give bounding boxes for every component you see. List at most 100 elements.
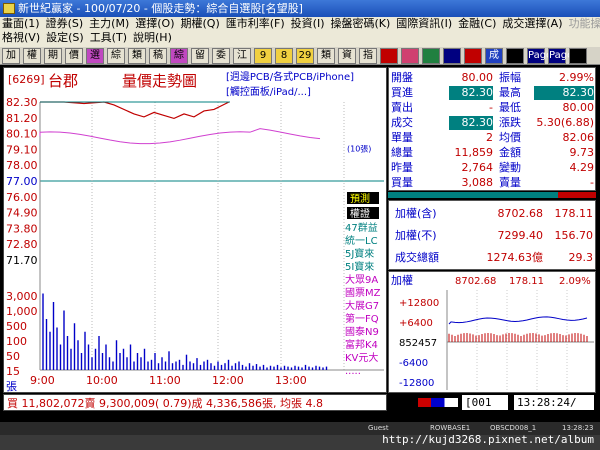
toolbar-button[interactable] (380, 48, 398, 64)
volume-tick: 1,000 (6, 305, 38, 318)
quote-cell: - (489, 101, 493, 114)
quote-cell: 賣出 (391, 101, 413, 114)
volume-tick: 100 (6, 335, 27, 348)
menu-row-1: 畫面(1) 證券(S) 主力(M) 選擇(O) 期權(Q) 匯市利率(F) 投資(I) 操盤密… (2, 17, 600, 31)
menu-item[interactable]: 格視(V) (2, 31, 40, 44)
mini-label: 加權 (391, 274, 413, 287)
menu-item[interactable]: 金融(C) (458, 17, 496, 30)
toolbar-button[interactable]: 加 (2, 48, 20, 64)
menu-item[interactable]: 畫面(1) (2, 17, 40, 30)
index-row-2: 加權(不) 7299.40 156.70 (395, 229, 593, 242)
volume-tick: 500 (6, 320, 27, 333)
toolbar-button[interactable] (401, 48, 419, 64)
menu-item[interactable]: 主力(M) (89, 17, 129, 30)
chart-canvas: [6269] 台郡 量價走勢圖 [週邊PCB/各式PCB/iPhone] [觸控面板/i… (6, 70, 384, 393)
quote-row: 賣出 - 最低 80.00 (389, 101, 597, 115)
stock-tag: [觸控面板/iPad/...] (226, 85, 311, 98)
toolbar-button[interactable]: 留 (191, 48, 209, 64)
stock-code-field[interactable]: [001 (462, 395, 508, 410)
quote-row: 單量 2 均價 82.06 (389, 131, 597, 145)
toolbar-button[interactable] (443, 48, 461, 64)
menu-item[interactable]: 選擇(O) (135, 17, 174, 30)
index-row-1: 加權(含) 8702.68 178.11 (395, 207, 593, 220)
toolbar-button[interactable] (506, 48, 524, 64)
menu-item[interactable]: 說明(H) (133, 31, 172, 44)
quote-cell: 昨量 (391, 161, 413, 174)
price-tick: 81.20 (6, 112, 38, 125)
toolbar-button[interactable]: 類 (317, 48, 335, 64)
quote-cell: 總量 (391, 146, 413, 159)
toolbar-button[interactable]: 綜 (170, 48, 188, 64)
quote-cell: 最高 (499, 86, 521, 99)
price-tick: 72.80 (6, 238, 38, 251)
toolbar-button[interactable]: 期 (44, 48, 62, 64)
toolbar-button[interactable]: 選 (86, 48, 104, 64)
quote-cell: 2.99% (559, 71, 594, 84)
watermark: http://kujd3268.pixnet.net/album (382, 433, 594, 446)
mini-tick: 852457 (399, 338, 437, 349)
menu-item[interactable]: 期權(Q) (181, 17, 220, 30)
toolbar-button[interactable] (422, 48, 440, 64)
menu-item[interactable]: 投資(I) (291, 17, 325, 30)
toolbar-button[interactable] (464, 48, 482, 64)
quote-cell: 82.06 (562, 131, 595, 144)
broker-label: 5I寶來 (345, 260, 374, 273)
menu-item[interactable]: 功能操作(F) (569, 17, 600, 30)
toolbar-button[interactable]: 9 (254, 48, 272, 64)
mini-value: 8702.68 (455, 276, 496, 287)
price-tick: 82.30 (6, 96, 38, 109)
toolbar-button[interactable]: 權 (23, 48, 41, 64)
broker-label: 5J寶來 (345, 247, 374, 260)
broker-label: 大展G7 (345, 299, 379, 312)
mini-index-line (448, 316, 588, 325)
toolbar-button[interactable] (569, 48, 587, 64)
volume-tick: 50 (6, 350, 20, 363)
quote-cell: 5.30(6.88) (536, 116, 594, 129)
menu-item[interactable]: 設定(S) (46, 31, 84, 44)
toolbar-button[interactable]: 指 (359, 48, 377, 64)
toolbar-button[interactable]: 8 (275, 48, 293, 64)
toolbar-button[interactable]: Page (548, 48, 573, 64)
menu-bar: 畫面(1) 證券(S) 主力(M) 選擇(O) 期權(Q) 匯市利率(F) 投資(I) 操盤密… (0, 17, 600, 47)
broker-label: 國票MZ (345, 287, 381, 299)
mini-diff: 178.11 (509, 276, 544, 287)
menu-item[interactable]: 證券(S) (46, 17, 84, 30)
menu-item[interactable]: 操盤密碼(K) (331, 17, 391, 30)
volume-tick: 3,000 (6, 290, 38, 303)
time-tick: 9:00 (30, 374, 55, 387)
toolbar-button[interactable]: 資 (338, 48, 356, 64)
volume-tick: 15 (6, 365, 20, 378)
quote-cell: 變動 (499, 161, 521, 174)
quote-cell: 漲跌 (499, 116, 521, 129)
toolbar-button[interactable]: 價 (65, 48, 83, 64)
toolbar-button[interactable]: 綜 (107, 48, 125, 64)
quote-cell: 3,088 (461, 176, 494, 189)
toolbar-button[interactable]: 江 (233, 48, 251, 64)
toolbar-button[interactable]: 29 (296, 48, 314, 64)
menu-item[interactable]: 匯市利率(F) (226, 17, 285, 30)
toolbar-button[interactable]: 委 (212, 48, 230, 64)
quote-row: 開盤 80.00 振幅 2.99% (389, 71, 597, 85)
index-row-3: 成交總額 1274.63億 29.3 (395, 251, 593, 264)
quote-cell: 2 (486, 131, 493, 144)
toolbar-button[interactable]: 稿 (149, 48, 167, 64)
quote-row: 總量 11,859 金額 9.73 (389, 146, 597, 160)
mini-pct: 2.09% (559, 276, 591, 287)
quote-cell: 9.73 (569, 146, 595, 159)
quote-cell: 金額 (499, 146, 521, 159)
avg-line (39, 128, 321, 145)
volume-tick: 張 (6, 380, 17, 393)
quote-row: 買量 3,088 賣量 - (389, 176, 597, 190)
clock: 13:28:24/ (514, 395, 594, 410)
menu-item[interactable]: 國際資訊(I) (396, 17, 452, 30)
mini-tick: +6400 (399, 318, 433, 329)
toolbar-button[interactable]: Page (527, 48, 552, 64)
toolbar-button[interactable]: 類 (128, 48, 146, 64)
predict-label: 預測 (350, 192, 370, 205)
toolbar-button[interactable]: 成 (485, 48, 503, 64)
quote-cell: 80.00 (461, 71, 494, 84)
quote-cell: 買進 (391, 86, 413, 99)
broker-label: 47群益 (345, 221, 378, 234)
menu-item[interactable]: 工具(T) (90, 31, 127, 44)
menu-item[interactable]: 成交選擇(A) (502, 17, 562, 30)
